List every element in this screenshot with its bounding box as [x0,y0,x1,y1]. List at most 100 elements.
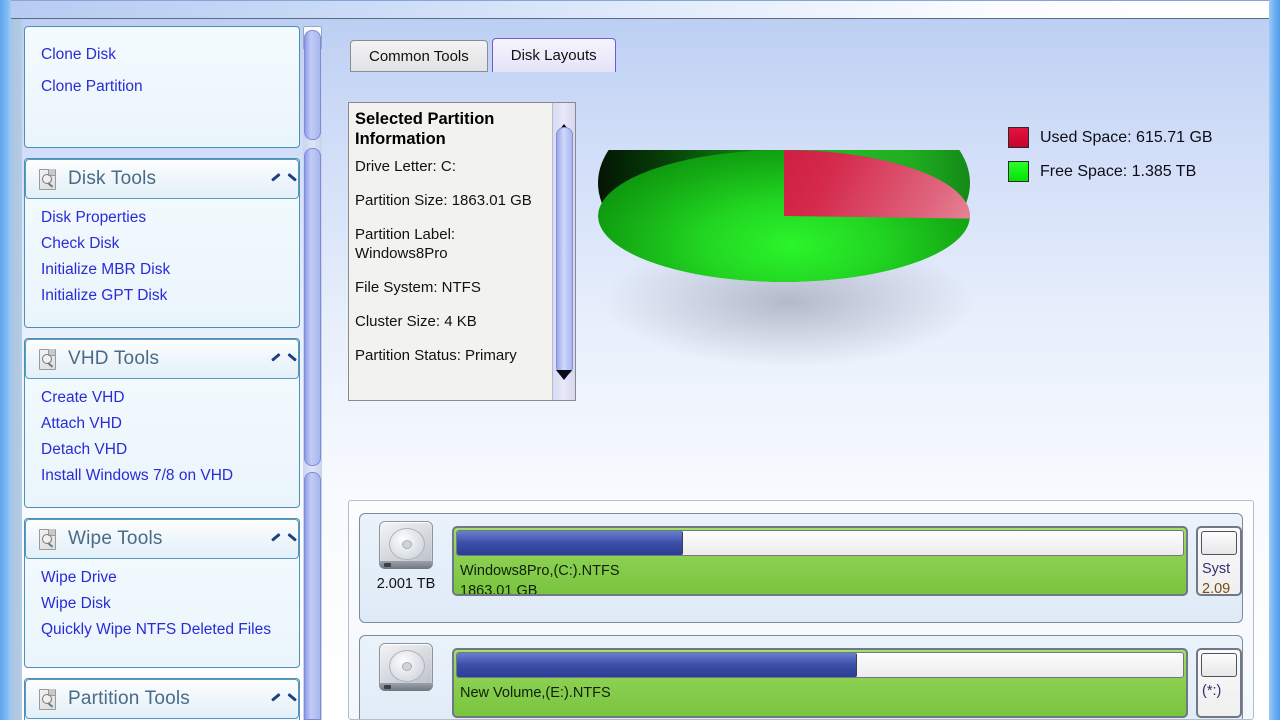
system-partition-size: 2.09 [1202,581,1231,596]
partition-info-scroll-down-button[interactable] [556,370,573,397]
partition-usage-fill [457,531,684,555]
sidebar-item-clone-disk[interactable]: Clone Disk [25,39,299,71]
disk-identity [360,636,452,698]
partition-size: 1863.01 GB [460,583,538,596]
disk-capacity-label: 2.001 TB [376,576,436,592]
disk-usage-pie-chart [596,108,976,373]
tab-bar: Common Tools Disk Layouts [350,38,616,72]
sidebar-group-header-vhd-tools[interactable]: VHD Tools [25,339,299,379]
disk-layout-container: 2.001 TB Windows8Pro,(C:).NTFS 1863.01 G… [348,500,1254,720]
chevron-up-icon[interactable] [272,174,288,184]
sidebar-group-title: Disk Tools [68,168,157,189]
partition-block-system[interactable]: (*:) [1196,648,1242,718]
partition-info-content: Selected Partition Information Drive Let… [349,103,554,380]
partition-info-scroll-up-button[interactable] [556,107,573,134]
sidebar-group-disk-tools: Disk Tools Disk Properties Check Disk In… [24,158,300,328]
disk-identity: 2.001 TB [360,514,452,592]
partition-usage-bar [456,652,1184,678]
sidebar-group-clone-tools: Clone Disk Clone Partition [24,26,300,148]
partition-block-system[interactable]: Syst 2.09 [1196,526,1242,596]
sidebar-scrollbar-thumb-upper[interactable] [304,30,321,140]
system-partition-label: (*:) [1202,681,1221,701]
partition-info-scrollbar-thumb[interactable] [556,127,573,375]
system-partition-label: Syst 2.09 [1202,559,1231,596]
legend-item-free-space: Free Space: 1.385 TB [1008,161,1213,182]
disk-partition-map: New Volume,(E:).NTFS [452,636,1188,718]
legend-swatch-used-space [1008,127,1029,148]
partition-info-title: Selected Partition Information [355,110,495,148]
partition-info-scrollbar[interactable] [552,103,575,400]
sidebar-item-wipe-disk[interactable]: Wipe Disk [25,591,299,617]
chevron-up-icon[interactable] [272,694,288,704]
hard-disk-icon [379,643,433,691]
partition-name: New Volume,(E:).NTFS [460,685,611,701]
disk-row[interactable]: New Volume,(E:).NTFS (*:) [359,635,1243,719]
document-magnifier-icon [38,688,58,710]
sidebar-item-initialize-gpt-disk[interactable]: Initialize GPT Disk [25,283,299,309]
system-partition-usage-bar [1201,531,1237,555]
sidebar-item-clone-partition[interactable]: Clone Partition [25,71,299,103]
window-border-right [1269,0,1280,720]
partition-label: New Volume,(E:).NTFS [460,683,611,703]
disk-partition-map: Windows8Pro,(C:).NTFS 1863.01 GB [452,514,1188,596]
sidebar-group-wipe-tools: Wipe Tools Wipe Drive Wipe Disk Quickly … [24,518,300,668]
window-border-left [0,0,11,720]
sidebar-group-partition-tools: Partition Tools [24,678,300,720]
sidebar-group-title: VHD Tools [68,348,160,369]
sidebar-item-check-disk[interactable]: Check Disk [25,231,299,257]
document-magnifier-icon [38,348,58,370]
sidebar-group-title: Partition Tools [68,688,190,709]
partition-usage-fill [457,653,858,677]
sidebar-item-install-windows-on-vhd[interactable]: Install Windows 7/8 on VHD [25,463,299,489]
sidebar-item-disk-properties[interactable]: Disk Properties [25,205,299,231]
partition-block-e[interactable]: New Volume,(E:).NTFS [452,648,1188,718]
tab-common-tools[interactable]: Common Tools [350,40,488,72]
sidebar-group-header-wipe-tools[interactable]: Wipe Tools [25,519,299,559]
partition-name: Windows8Pro,(C:).NTFS [460,563,620,579]
sidebar-item-create-vhd[interactable]: Create VHD [25,385,299,411]
sidebar-group-header-disk-tools[interactable]: Disk Tools [25,159,299,199]
legend-label-used-space: Used Space: 615.71 GB [1040,128,1213,146]
sidebar-item-attach-vhd[interactable]: Attach VHD [25,411,299,437]
sidebar-group-vhd-tools: VHD Tools Create VHD Attach VHD Detach V… [24,338,300,508]
partition-info-partition-status: Partition Status: Primary [355,347,517,364]
window-border-left-inner [11,18,22,720]
partition-info-partition-size: Partition Size: 1863.01 GB [355,192,532,209]
pie-chart-legend: Used Space: 615.71 GB Free Space: 1.385 … [1008,127,1213,195]
system-partition-name: Syst [1202,561,1231,577]
sidebar: Clone Disk Clone Partition Disk Tools Di… [22,20,300,720]
sidebar-item-wipe-drive[interactable]: Wipe Drive [25,565,299,591]
sidebar-group-header-partition-tools[interactable]: Partition Tools [25,679,299,719]
legend-item-used-space: Used Space: 615.71 GB [1008,127,1213,148]
legend-label-free-space: Free Space: 1.385 TB [1040,162,1197,180]
partition-info-cluster-size: Cluster Size: 4 KB [355,313,477,330]
legend-swatch-free-space [1008,161,1029,182]
disk-row[interactable]: 2.001 TB Windows8Pro,(C:).NTFS 1863.01 G… [359,513,1243,623]
sidebar-scrollbar-thumb-lower[interactable] [304,472,321,720]
document-magnifier-icon [38,168,58,190]
hard-disk-icon [379,521,433,569]
partition-label: Windows8Pro,(C:).NTFS 1863.01 GB [460,561,620,596]
partition-info-drive-letter: Drive Letter: C: [355,158,456,175]
tab-disk-layouts[interactable]: Disk Layouts [491,38,616,72]
pie-chart-top-face [598,150,970,282]
partition-info-partition-label: Partition Label: Windows8Pro [355,226,456,262]
partition-usage-bar [456,530,1184,556]
sidebar-scrollbar-thumb[interactable] [304,148,321,466]
chevron-up-icon[interactable] [272,354,288,364]
sidebar-group-title: Wipe Tools [68,528,163,549]
document-magnifier-icon [38,528,58,550]
system-partition-name: (*:) [1202,683,1222,699]
top-toolbar [11,0,1269,19]
application-window: Clone Disk Clone Partition Disk Tools Di… [0,0,1280,720]
sidebar-item-initialize-mbr-disk[interactable]: Initialize MBR Disk [25,257,299,283]
top-toolbar-inner [11,0,1269,17]
partition-block-c[interactable]: Windows8Pro,(C:).NTFS 1863.01 GB [452,526,1188,596]
system-partition-usage-bar [1201,653,1237,677]
chevron-up-icon[interactable] [272,534,288,544]
sidebar-item-quickly-wipe-ntfs-deleted-files[interactable]: Quickly Wipe NTFS Deleted Files [25,617,299,643]
scroll-down-arrow-icon [556,370,572,397]
sidebar-item-detach-vhd[interactable]: Detach VHD [25,437,299,463]
partition-info-file-system: File System: NTFS [355,279,481,296]
selected-partition-information-panel: Selected Partition Information Drive Let… [348,102,576,401]
